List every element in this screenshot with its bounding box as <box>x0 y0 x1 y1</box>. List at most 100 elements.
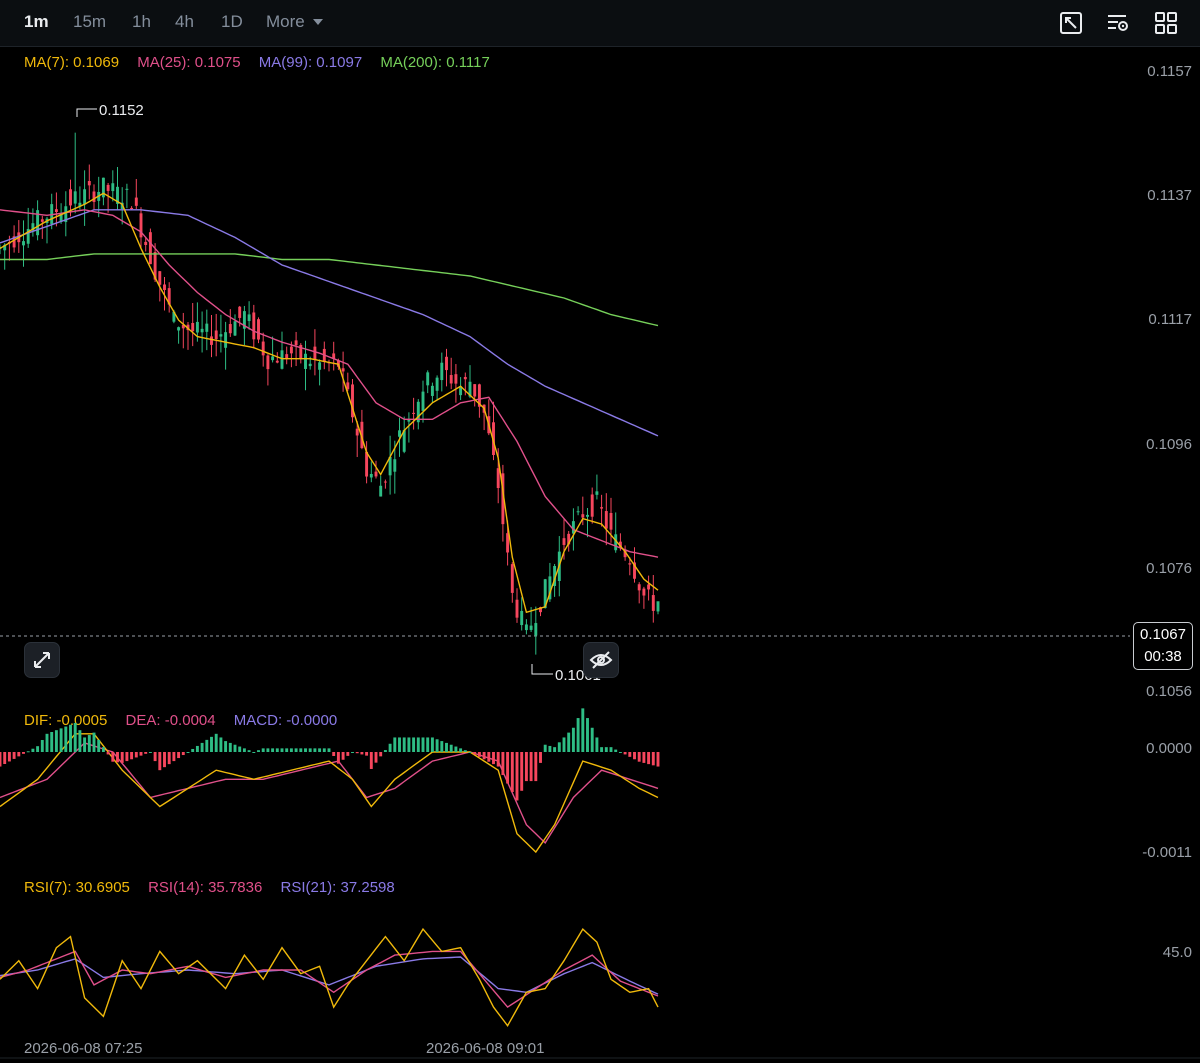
candle-body <box>144 241 148 245</box>
macd-bar <box>64 726 68 752</box>
macd-bar <box>252 752 256 753</box>
candle-body <box>205 323 209 332</box>
candle-body <box>379 485 383 497</box>
macd-bar <box>280 748 284 752</box>
macd-bar <box>628 752 632 757</box>
ma200-legend: MA(200): 0.1117 <box>380 54 490 71</box>
ma7-legend: MA(7): 0.1069 <box>24 54 120 71</box>
candle-body <box>31 223 35 231</box>
candle-body <box>421 391 425 411</box>
macd-bar <box>313 748 317 752</box>
candle-body <box>332 353 336 359</box>
chart-settings-icon[interactable] <box>1059 11 1083 35</box>
caret-down-icon <box>313 19 324 25</box>
macd-bar <box>318 748 322 752</box>
macd-bar <box>257 750 260 752</box>
macd-bar <box>412 737 416 752</box>
ma99-line <box>0 209 659 437</box>
candle-body <box>435 377 439 391</box>
macd-bar <box>261 748 265 752</box>
candle-body <box>633 562 636 579</box>
candle-body <box>153 252 157 280</box>
timeframe-1h[interactable]: 1h <box>132 12 151 32</box>
macd-bar <box>45 733 49 752</box>
more-timeframes-button[interactable]: More <box>266 12 324 32</box>
candle-body <box>36 210 40 236</box>
macd-bar <box>0 752 2 767</box>
macd-bar <box>12 752 16 759</box>
timeframe-15m[interactable]: 15m <box>73 12 106 32</box>
price-axis-label: 0.1076 <box>1146 560 1192 577</box>
macd-bar <box>332 752 336 756</box>
candle-body <box>228 324 232 334</box>
macd-bar <box>40 740 44 752</box>
macd-bar <box>200 742 204 752</box>
macd-bar <box>360 752 364 755</box>
macd-bar <box>130 752 134 760</box>
macd-bar <box>87 735 91 752</box>
macd-bar <box>477 752 481 757</box>
candle-body <box>195 321 199 333</box>
candle-body <box>116 186 119 204</box>
dif-legend: DIF: -0.0005 <box>24 712 108 729</box>
hide-indicators-button[interactable] <box>583 642 619 678</box>
candle-body <box>50 204 54 224</box>
candle-body <box>172 311 176 322</box>
macd-bar <box>586 718 589 752</box>
candle-body <box>355 428 359 436</box>
candle-body <box>242 311 246 329</box>
macd-bar <box>614 749 618 752</box>
macd-bar <box>647 752 651 765</box>
macd-bar <box>177 752 181 759</box>
macd-bar <box>83 737 87 752</box>
candle-body <box>252 312 256 340</box>
time-axis-label: 2026-06-08 09:01 <box>426 1040 545 1057</box>
fullscreen-button[interactable] <box>24 642 60 678</box>
macd-bar <box>191 748 195 752</box>
price-axis-label: 0.1117 <box>1148 311 1192 328</box>
candle-body <box>482 404 486 413</box>
candle-body <box>600 507 604 509</box>
macd-bar <box>336 752 340 764</box>
macd-bar <box>492 752 495 765</box>
candle-body <box>449 375 453 384</box>
macd-bar <box>529 752 533 782</box>
layout-grid-icon[interactable] <box>1154 11 1178 35</box>
candle-body <box>454 374 458 384</box>
candle-body <box>111 183 115 192</box>
macd-bar <box>322 748 326 752</box>
macd-bar <box>576 718 580 752</box>
timeframe-1d[interactable]: 1D <box>221 12 243 32</box>
price-axis-label: 0.1137 <box>1147 187 1192 204</box>
macd-bar <box>553 747 557 752</box>
macd-bar <box>106 752 110 755</box>
candle-body <box>181 324 185 329</box>
macd-bar <box>346 752 350 756</box>
macd-bar <box>618 752 622 753</box>
candle-body <box>426 372 430 386</box>
indicator-settings-icon[interactable] <box>1106 11 1130 35</box>
candle-body <box>562 538 566 545</box>
macd-bar <box>195 745 199 752</box>
macd-bar <box>275 748 279 752</box>
macd-bar <box>393 737 397 752</box>
candle-body <box>586 514 589 517</box>
macd-bar <box>449 744 453 752</box>
candle-body <box>304 353 307 369</box>
candle-body <box>398 430 401 437</box>
rsi7-legend: RSI(7): 30.6905 <box>24 879 130 896</box>
timeframe-4h[interactable]: 4h <box>175 12 194 32</box>
low-marker <box>531 664 553 675</box>
macd-bar <box>501 752 505 776</box>
candle-body <box>87 181 91 186</box>
candle-body <box>628 563 632 565</box>
candle-body <box>275 360 279 363</box>
macd-bar <box>144 752 148 754</box>
timeframe-1m[interactable]: 1m <box>24 12 49 32</box>
candle-body <box>365 451 369 477</box>
rsi14-line <box>0 950 659 1009</box>
candle-body <box>341 368 345 372</box>
ma25-line <box>0 209 659 558</box>
candle-body <box>473 384 477 397</box>
candle-body <box>393 459 397 472</box>
